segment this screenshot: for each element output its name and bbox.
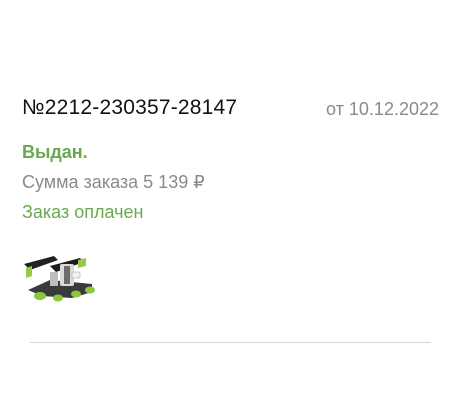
payment-status: Заказ оплачен bbox=[22, 202, 144, 222]
order-date: от 10.12.2022 bbox=[326, 99, 439, 119]
order-status: Выдан. bbox=[22, 142, 88, 162]
order-sum: Сумма заказа 5 139 ₽ bbox=[22, 172, 205, 192]
divider bbox=[30, 342, 431, 343]
order-card[interactable]: №2212-230357-28147 от 10.12.2022 Выдан. … bbox=[0, 0, 461, 415]
order-number: №2212-230357-28147 bbox=[22, 96, 238, 119]
product-thumbnail[interactable] bbox=[20, 246, 100, 306]
stepper-machine-icon bbox=[24, 256, 95, 302]
